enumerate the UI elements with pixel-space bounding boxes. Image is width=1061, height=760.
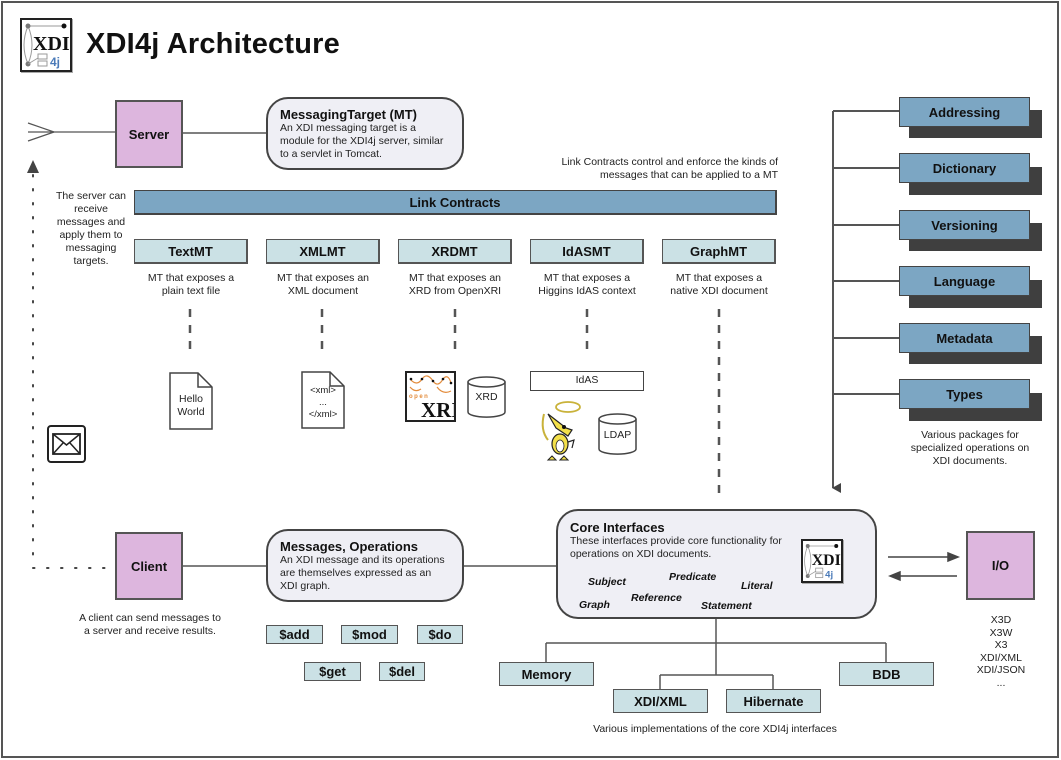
- messaging-target-body: An XDI messaging target is a module for …: [280, 122, 444, 160]
- messages-operations-body: An XDI message and its operations are th…: [280, 554, 445, 592]
- core-interfaces-title: Core Interfaces: [570, 520, 665, 535]
- svg-text:XDI: XDI: [812, 552, 841, 569]
- mt-textmt[interactable]: TextMT: [134, 239, 248, 264]
- higgins-mascot-icon: [538, 400, 588, 462]
- link-contracts-note-line1: Link Contracts control and enforce the k…: [561, 156, 778, 168]
- doc-line: <xml>: [310, 385, 336, 396]
- client-note-line1: A client can send messages to: [79, 612, 221, 624]
- server-node[interactable]: Server: [115, 100, 183, 168]
- core-term-statement: Statement: [701, 600, 752, 612]
- io-format: X3W: [989, 626, 1013, 639]
- messages-operations-bubble[interactable]: Messages, Operations An XDI message and …: [266, 529, 464, 602]
- envelope-icon: [47, 425, 86, 463]
- link-contracts-note-line2: messages that can be applied to a MT: [599, 169, 778, 181]
- core-term-literal: Literal: [741, 580, 773, 592]
- desc-line: MT that exposes a: [675, 272, 763, 284]
- io-formats-list: X3D X3W X3 XDI/XML XDI/JSON ...: [960, 614, 1042, 689]
- package-language[interactable]: Language: [899, 266, 1030, 296]
- mt-xrdmt[interactable]: XRDMT: [398, 239, 512, 264]
- doc-line: World: [177, 406, 205, 418]
- package-addressing[interactable]: Addressing: [899, 97, 1030, 127]
- client-note-line2: a server and receive results.: [84, 625, 216, 637]
- core-io-arrows: [887, 551, 961, 582]
- client-node[interactable]: Client: [115, 532, 183, 600]
- server-note: The server can receive messages and appl…: [55, 190, 127, 267]
- mt-graphmt[interactable]: GraphMT: [662, 239, 776, 264]
- packages-trunk: [832, 110, 899, 493]
- implementations-note: Various implementations of the core XDI4…: [593, 723, 837, 735]
- page-title: XDI4j Architecture: [86, 28, 340, 60]
- io-format: X3D: [990, 614, 1012, 626]
- impl-xdi-xml[interactable]: XDI/XML: [613, 689, 708, 713]
- idas-box: IdAS: [530, 371, 644, 391]
- svg-text:4j: 4j: [50, 55, 60, 69]
- core-interfaces-body: These interfaces provide core functional…: [570, 535, 782, 560]
- core-term-graph: Graph: [579, 599, 610, 611]
- operation-do[interactable]: $do: [417, 625, 463, 644]
- desc-line: MT that exposes a: [543, 272, 631, 284]
- xrd-store-icon: XRD: [467, 376, 506, 418]
- package-types[interactable]: Types: [899, 379, 1030, 409]
- desc-line: plain text file: [161, 285, 221, 297]
- desc-line: MT that exposes an: [276, 272, 370, 284]
- doc-line: Hello: [179, 393, 203, 405]
- dotted-path-arrowhead: [27, 160, 39, 173]
- mt-idasmt-desc: MT that exposes a Higgins IdAS context: [522, 272, 652, 298]
- ldap-store-icon: LDAP: [598, 413, 637, 455]
- desc-line: XML document: [287, 285, 359, 297]
- impl-hibernate[interactable]: Hibernate: [726, 689, 821, 713]
- operation-del[interactable]: $del: [379, 662, 425, 681]
- messages-operations-title: Messages, Operations: [280, 539, 418, 554]
- mt-xmlmt[interactable]: XMLMT: [266, 239, 380, 264]
- implementations-tree: [545, 618, 887, 689]
- mt-idasmt[interactable]: IdASMT: [530, 239, 644, 264]
- link-contracts-bar[interactable]: Link Contracts: [134, 190, 777, 215]
- svg-text:XDI: XDI: [33, 33, 70, 55]
- package-dictionary[interactable]: Dictionary: [899, 153, 1030, 183]
- package-versioning[interactable]: Versioning: [899, 210, 1030, 240]
- xml-document-icon: <xml> ... </xml>: [301, 371, 345, 429]
- io-format: X3: [994, 639, 1008, 651]
- text-document-icon: Hello World: [169, 372, 213, 430]
- server-input-arrow: [27, 122, 115, 142]
- messaging-target-title: MessagingTarget (MT): [280, 107, 417, 122]
- io-format: XDI/XML: [979, 651, 1022, 664]
- impl-bdb[interactable]: BDB: [839, 662, 934, 686]
- operation-get[interactable]: $get: [304, 662, 361, 681]
- mt-textmt-desc: MT that exposes a plain text file: [126, 272, 256, 298]
- desc-line: MT that exposes a: [147, 272, 235, 284]
- desc-line: MT that exposes an: [408, 272, 502, 284]
- core-term-predicate: Predicate: [669, 571, 717, 583]
- desc-line: XRD from OpenXRI: [408, 285, 502, 297]
- xrd-store-label: XRD: [475, 391, 498, 403]
- doc-line: ...: [319, 397, 327, 408]
- io-node[interactable]: I/O: [966, 531, 1035, 600]
- mt-graphmt-desc: MT that exposes a native XDI document: [654, 272, 784, 298]
- io-format: XDI/JSON: [976, 664, 1026, 676]
- svg-text:4j: 4j: [825, 570, 833, 581]
- ldap-store-label: LDAP: [603, 429, 632, 441]
- link-contracts-note: Link Contracts control and enforce the k…: [520, 156, 778, 182]
- mt-xrdmt-desc: MT that exposes an XRD from OpenXRI: [390, 272, 520, 298]
- openxri-logo-icon: open XRI: [405, 371, 456, 422]
- core-term-reference: Reference: [631, 592, 682, 604]
- core-xdi4j-logo-icon: XDI 4j: [801, 539, 843, 583]
- xdi4j-logo-icon: XDI 4j: [20, 18, 72, 72]
- packages-note: Various packages for specialized operati…: [910, 429, 1030, 467]
- desc-line: Higgins IdAS context: [538, 285, 636, 297]
- desc-line: native XDI document: [670, 285, 768, 297]
- mt-xmlmt-desc: MT that exposes an XML document: [258, 272, 388, 298]
- doc-line: </xml>: [308, 409, 338, 420]
- operation-add[interactable]: $add: [266, 625, 323, 644]
- io-format: ...: [996, 676, 1006, 689]
- package-metadata[interactable]: Metadata: [899, 323, 1030, 353]
- messaging-target-bubble[interactable]: MessagingTarget (MT) An XDI messaging ta…: [266, 97, 464, 170]
- core-term-subject: Subject: [588, 576, 626, 588]
- svg-text:XRI: XRI: [421, 398, 454, 420]
- operation-mod[interactable]: $mod: [341, 625, 398, 644]
- impl-memory[interactable]: Memory: [499, 662, 594, 686]
- client-note: A client can send messages to a server a…: [60, 612, 240, 638]
